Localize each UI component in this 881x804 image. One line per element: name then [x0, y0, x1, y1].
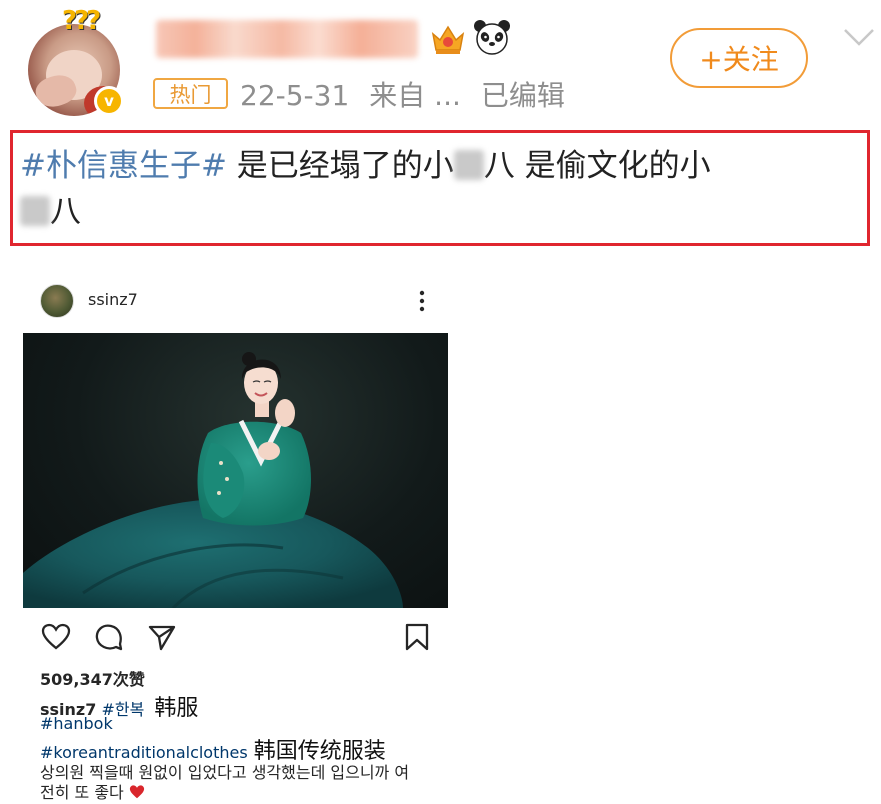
hashtag-hanbok[interactable]: #hanbok [40, 714, 113, 733]
send-icon[interactable] [147, 622, 177, 652]
hot-tag-badge: 热门 [153, 78, 228, 109]
censored-character [20, 196, 50, 226]
post-meta: 22-5-31 来自 ... 已编辑 [240, 74, 585, 114]
more-vertical-icon[interactable] [412, 288, 432, 314]
chevron-down-icon[interactable] [842, 26, 876, 48]
follow-button[interactable]: +关注 [670, 28, 808, 88]
comment-icon[interactable] [94, 622, 124, 652]
post-text-part-2: 八 是偷文化的小 [483, 148, 711, 184]
bookmark-icon[interactable] [402, 622, 432, 652]
panda-icon [474, 20, 510, 55]
caption-korean-text: 전히 또 좋다 [40, 783, 124, 802]
instagram-photo[interactable] [23, 333, 448, 608]
username-blurred[interactable] [156, 20, 418, 58]
caption-annotation: 韩服 [154, 696, 199, 721]
instagram-username[interactable]: ssinz7 [88, 290, 138, 309]
post-date: 22-5-31 [240, 79, 350, 112]
post-text-part-3: 八 [50, 194, 81, 230]
edited-label[interactable]: 已编辑 [481, 79, 565, 112]
heart-icon[interactable] [41, 622, 71, 652]
post-source[interactable]: 来自 ... [369, 79, 461, 112]
heart-emoji-icon [129, 785, 144, 799]
caption-korean-line-2: 전히 또 좋다 [40, 779, 145, 803]
instagram-avatar[interactable] [40, 284, 74, 318]
likes-count[interactable]: 509,347次赞 [40, 666, 145, 690]
censored-character [453, 150, 484, 180]
post-text-part-1: 是已经塌了的小 [226, 148, 454, 184]
question-marks-decoration: ??? [62, 6, 101, 36]
verified-badge-icon: v [94, 86, 124, 116]
topic-hashtag-link[interactable]: #朴信惠生子# [20, 148, 227, 184]
user-avatar[interactable]: ??? v [28, 6, 132, 118]
post-text: #朴信惠生子# 是已经塌了的小八 是偷文化的小八 [20, 143, 868, 235]
crown-icon [431, 25, 465, 54]
hanbok-photo-illustration [23, 352, 403, 608]
